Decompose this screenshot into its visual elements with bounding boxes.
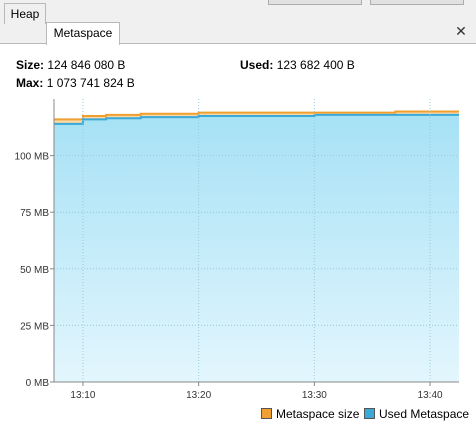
legend-label-used-metaspace: Used Metaspace [379,407,470,421]
y-tick-label: 75 MB [20,208,49,219]
y-tick-label: 50 MB [20,265,49,276]
max-label: Max: [16,76,44,90]
tab-heap[interactable]: Heap [4,3,46,24]
legend-used-metaspace: Used Metaspace [364,406,469,422]
used-metaspace-area [54,114,459,383]
max-value: 1 073 741 824 B [46,76,135,90]
legend-label-metaspace-size: Metaspace size [276,407,360,421]
y-tick-label: 100 MB [15,152,50,163]
legend-swatch-used-metaspace [364,408,375,419]
close-icon[interactable]: ✕ [454,23,468,39]
top-button-2[interactable] [370,0,464,5]
size-label: Size: [16,58,45,72]
used-label: Used: [240,58,274,72]
metaspace-chart: 0 MB 25 MB 50 MB 75 MB 100 MB 13:10 13:20 13:30… [15,99,459,401]
size-info: Size: 124 846 080 B [16,58,125,72]
window-top-strip [0,0,476,20]
legend-swatch-metaspace-size [261,408,272,419]
used-value: 123 682 400 B [276,58,355,72]
x-tick-label: 13:40 [418,390,443,401]
legend-metaspace-size: Metaspace size [261,406,359,422]
max-info: Max: 1 073 741 824 B [16,76,135,90]
size-value: 124 846 080 B [47,58,126,72]
top-button-1[interactable] [268,0,362,5]
x-tick-label: 13:10 [70,390,95,401]
x-tick-label: 13:30 [302,390,327,401]
y-tick-label: 25 MB [20,321,49,332]
tab-metaspace[interactable]: Metaspace [46,22,120,45]
used-info: Used: 123 682 400 B [240,58,355,72]
y-tick-label: 0 MB [26,378,50,389]
x-tick-label: 13:20 [186,390,211,401]
